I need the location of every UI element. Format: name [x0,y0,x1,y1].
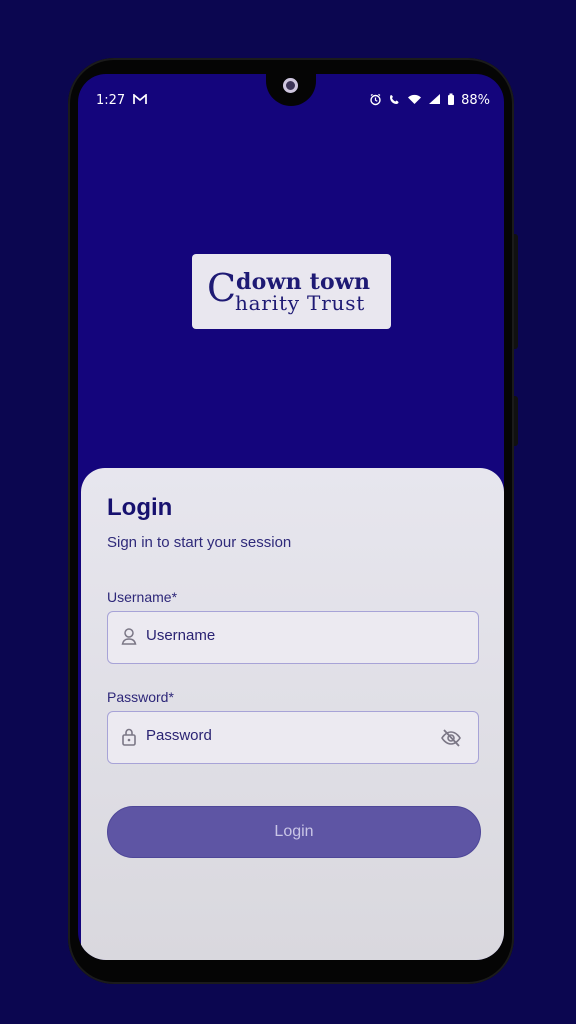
status-right: 88% [369,93,490,108]
user-icon [121,628,137,645]
login-card: Login Sign in to start your session User… [81,468,504,960]
logo-initial: C [207,266,237,310]
password-placeholder: Password [146,727,212,744]
lock-icon [122,728,136,746]
logo-title-line-2: harity Trust [235,291,366,315]
username-label: Username* [107,589,178,605]
wifi-icon [407,93,422,107]
login-button[interactable]: Login [107,806,481,858]
hide-password-icon[interactable] [440,727,462,749]
power-button [514,396,518,446]
username-placeholder: Username [146,627,216,644]
status-bar: 1:27 88% [96,90,490,110]
gmail-icon [133,92,148,107]
battery-percentage: 88% [461,92,490,108]
phone-frame: 1:27 88% C down town harity Trust Login … [68,58,518,984]
app-screen: 1:27 88% C down town harity Trust Login … [78,74,504,960]
battery-icon [447,93,455,108]
login-title: Login [107,494,173,521]
password-field[interactable]: Password [107,711,479,764]
volume-button [514,234,518,349]
username-field[interactable]: Username [107,611,479,664]
organization-logo: C down town harity Trust [192,254,391,329]
status-time: 1:27 [96,92,126,108]
alarm-icon [369,93,382,108]
signal-icon [428,93,441,107]
call-wifi-icon [388,93,401,108]
password-label: Password* [107,689,174,705]
status-left: 1:27 [96,92,148,108]
login-subtitle: Sign in to start your session [107,534,292,551]
